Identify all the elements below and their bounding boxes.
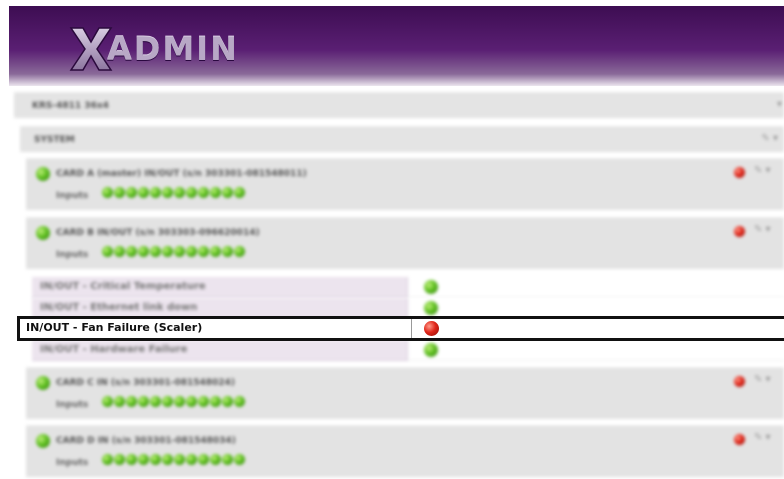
alarm-label: IN/OUT - Critical Temperature: [32, 277, 408, 298]
status-led-icon: [36, 434, 50, 448]
inputs-label: Inputs: [56, 400, 89, 410]
input-led-icon: [138, 246, 149, 257]
input-led-icon: [126, 246, 137, 257]
input-led-icon: [126, 187, 137, 198]
input-led-icon: [174, 454, 185, 465]
input-led-icon: [138, 454, 149, 465]
alarm-row: IN/OUT - Critical Temperature: [32, 277, 784, 298]
edit-icon[interactable]: ✎ ▾: [754, 224, 771, 235]
xadmin-logo: ADMIN: [69, 24, 239, 74]
card-a[interactable]: CARD A (master) IN/OUT (s/n 303301-08154…: [26, 158, 784, 210]
input-led-icon: [150, 187, 161, 198]
card-c[interactable]: CARD C IN (s/n 303301-081548024) Inputs …: [26, 367, 784, 419]
card-title: CARD B IN/OUT (s/n 303303-096620014): [56, 228, 260, 238]
system-bar[interactable]: SYSTEM ✎ ▾: [20, 126, 784, 152]
input-led-icon: [186, 396, 197, 407]
input-led-icon: [222, 187, 233, 198]
input-led-icon: [210, 246, 221, 257]
highlighted-alarm-row[interactable]: IN/OUT - Fan Failure (Scaler): [17, 316, 784, 341]
input-led-icon: [234, 396, 245, 407]
app-header: ADMIN: [9, 6, 784, 86]
input-led-icon: [222, 246, 233, 257]
status-led-icon: [36, 167, 50, 181]
input-led-icon: [162, 396, 173, 407]
input-led-icon: [186, 454, 197, 465]
inputs-label: Inputs: [56, 458, 89, 468]
logo-text: ADMIN: [107, 30, 239, 68]
input-led-icon: [186, 246, 197, 257]
input-led-icon: [174, 246, 185, 257]
status-led-icon: [424, 301, 438, 315]
alarm-led-icon: [734, 434, 745, 445]
input-led-icon: [102, 454, 113, 465]
edit-icon[interactable]: ✎ ▾: [754, 165, 771, 176]
input-led-icon: [198, 187, 209, 198]
input-leds: [102, 396, 245, 407]
input-led-icon: [186, 187, 197, 198]
input-leds: [102, 246, 245, 257]
edit-icon[interactable]: ✎ ▾: [754, 432, 771, 443]
input-led-icon: [114, 396, 125, 407]
input-led-icon: [162, 454, 173, 465]
alarm-led-icon: [734, 226, 745, 237]
input-led-icon: [198, 396, 209, 407]
input-led-icon: [210, 396, 221, 407]
input-led-icon: [198, 454, 209, 465]
input-led-icon: [210, 454, 221, 465]
alarm-led-icon: [734, 167, 745, 178]
input-led-icon: [138, 187, 149, 198]
input-led-icon: [126, 454, 137, 465]
input-led-icon: [222, 396, 233, 407]
error-led-icon: [424, 321, 439, 336]
input-led-icon: [162, 187, 173, 198]
input-led-icon: [234, 246, 245, 257]
input-led-icon: [114, 454, 125, 465]
alarm-row: IN/OUT - Hardware Failure: [32, 340, 784, 361]
input-led-icon: [102, 396, 113, 407]
input-led-icon: [222, 454, 233, 465]
input-led-icon: [162, 246, 173, 257]
alarm-led-icon: [734, 376, 745, 387]
alarm-status-cell: [408, 277, 784, 298]
status-led-icon: [36, 376, 50, 390]
input-led-icon: [174, 187, 185, 198]
alarm-label: IN/OUT - Hardware Failure: [32, 340, 408, 361]
inputs-label: Inputs: [56, 191, 89, 201]
collapse-icon[interactable]: ▾: [777, 99, 782, 110]
edit-icon[interactable]: ✎ ▾: [761, 133, 778, 144]
card-title: CARD D IN (s/n 303301-081548034): [56, 436, 236, 446]
input-led-icon: [102, 187, 113, 198]
input-led-icon: [114, 187, 125, 198]
input-led-icon: [126, 396, 137, 407]
input-led-icon: [150, 454, 161, 465]
inputs-label: Inputs: [56, 250, 89, 260]
alarm-label-fan-failure: IN/OUT - Fan Failure (Scaler): [20, 319, 412, 338]
card-b[interactable]: CARD B IN/OUT (s/n 303303-096620014) Inp…: [26, 217, 784, 269]
input-led-icon: [150, 246, 161, 257]
input-led-icon: [234, 187, 245, 198]
status-led-icon: [36, 226, 50, 240]
input-led-icon: [138, 396, 149, 407]
input-led-icon: [102, 246, 113, 257]
input-led-icon: [150, 396, 161, 407]
card-title: CARD A (master) IN/OUT (s/n 303301-08154…: [56, 169, 307, 179]
status-led-icon: [424, 343, 438, 357]
card-title: CARD C IN (s/n 303301-081548024): [56, 378, 235, 388]
input-led-icon: [234, 454, 245, 465]
input-leds: [102, 454, 245, 465]
alarm-status-cell: [408, 340, 784, 361]
input-led-icon: [210, 187, 221, 198]
device-bar[interactable]: KRS-4811 36x4 ▾: [14, 92, 784, 118]
card-d[interactable]: CARD D IN (s/n 303301-081548034) Inputs …: [26, 425, 784, 477]
edit-icon[interactable]: ✎ ▾: [754, 374, 771, 385]
system-label: SYSTEM: [34, 135, 75, 145]
status-led-icon: [424, 280, 438, 294]
input-led-icon: [198, 246, 209, 257]
input-led-icon: [174, 396, 185, 407]
device-title: KRS-4811 36x4: [32, 101, 109, 111]
input-led-icon: [114, 246, 125, 257]
input-leds: [102, 187, 245, 198]
